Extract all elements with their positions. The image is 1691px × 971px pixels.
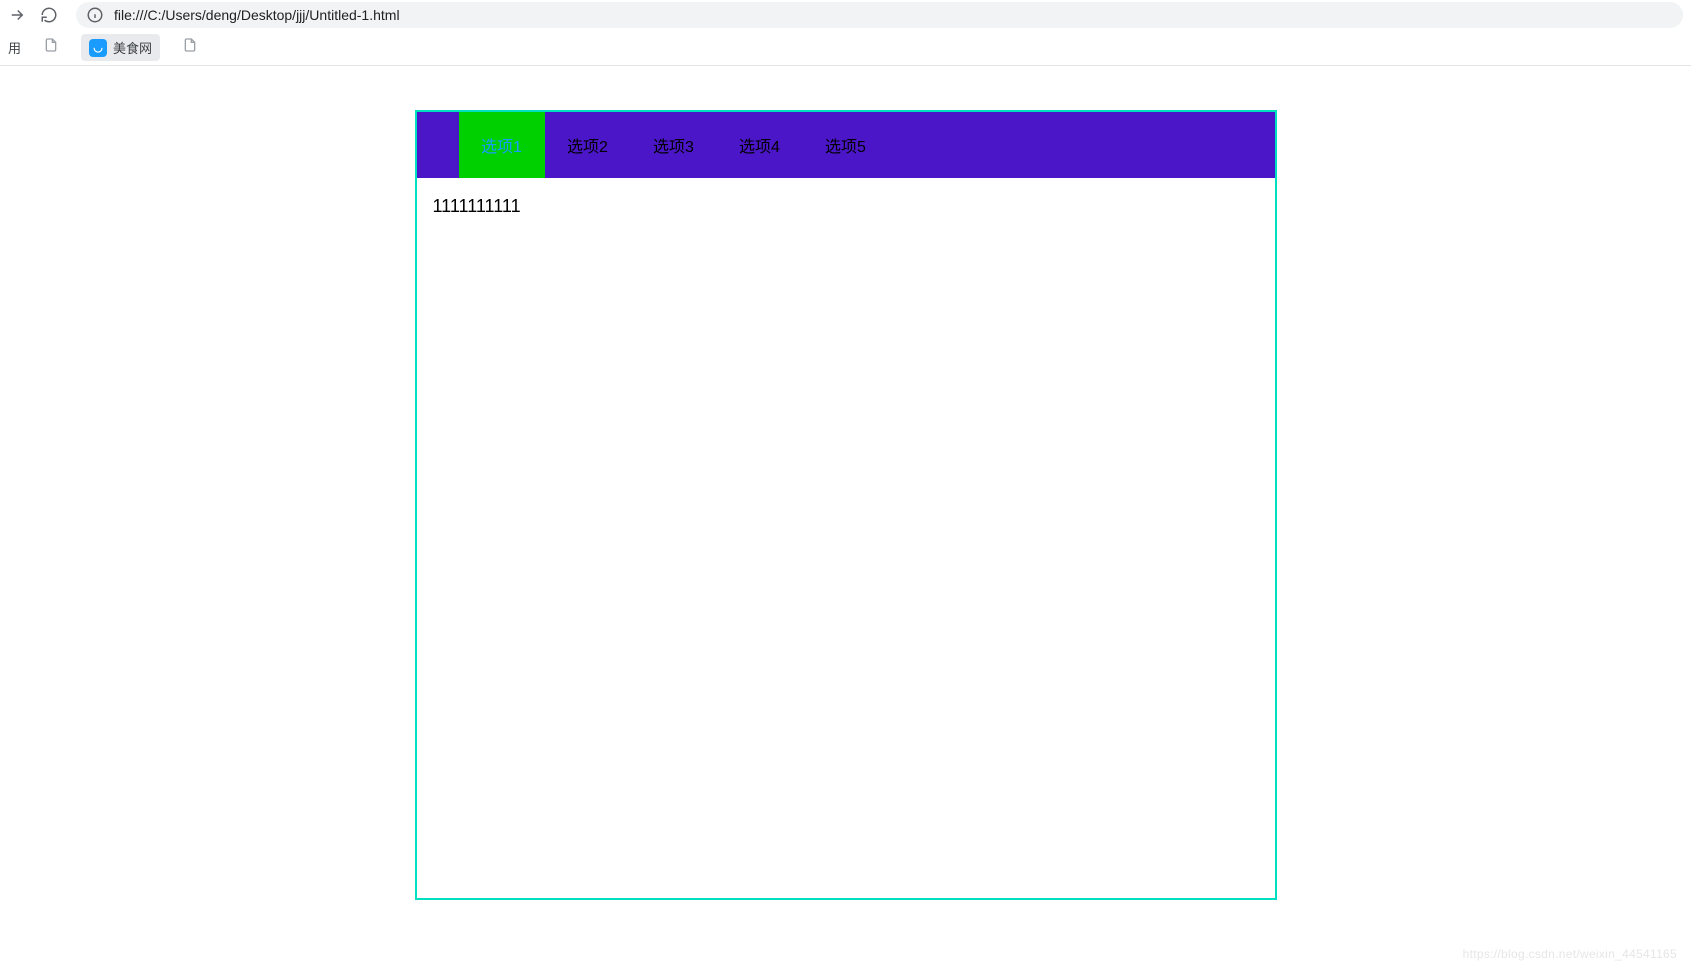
bookmarks-bar: 用 ◡ 美食网 — [0, 30, 1691, 66]
address-bar[interactable]: file:///C:/Users/deng/Desktop/jjj/Untitl… — [76, 2, 1683, 28]
watermark-text: https://blog.csdn.net/weixin_44541165 — [1463, 947, 1677, 961]
tab-option-2[interactable]: 选项2 — [545, 112, 631, 178]
bookmark-food[interactable]: ◡ 美食网 — [81, 34, 160, 61]
tab-option-5[interactable]: 选项5 — [803, 112, 889, 178]
file-icon — [43, 37, 59, 58]
url-text: file:///C:/Users/deng/Desktop/jjj/Untitl… — [114, 7, 400, 23]
browser-toolbar: file:///C:/Users/deng/Desktop/jjj/Untitl… — [0, 0, 1691, 30]
bookmark-food-label: 美食网 — [113, 38, 152, 57]
forward-icon[interactable] — [8, 6, 26, 24]
bookmark-blank-2[interactable] — [174, 33, 206, 62]
tab-option-3[interactable]: 选项3 — [631, 112, 717, 178]
tab-content: 1111111111 — [417, 178, 1275, 898]
tab-bar: 选项1 选项2 选项3 选项4 选项5 — [417, 112, 1275, 178]
page-viewport: 选项1 选项2 选项3 选项4 选项5 1111111111 — [0, 66, 1691, 900]
reload-icon[interactable] — [40, 6, 58, 24]
tab-container: 选项1 选项2 选项3 选项4 选项5 1111111111 — [415, 110, 1277, 900]
tab-option-4[interactable]: 选项4 — [717, 112, 803, 178]
bookmark-apps[interactable]: 用 — [8, 38, 21, 57]
file-icon — [182, 37, 198, 58]
app-icon: ◡ — [89, 39, 107, 57]
tab-option-1[interactable]: 选项1 — [459, 112, 545, 178]
bookmark-blank-1[interactable] — [35, 33, 67, 62]
info-icon — [86, 6, 104, 24]
browser-chrome: file:///C:/Users/deng/Desktop/jjj/Untitl… — [0, 0, 1691, 66]
